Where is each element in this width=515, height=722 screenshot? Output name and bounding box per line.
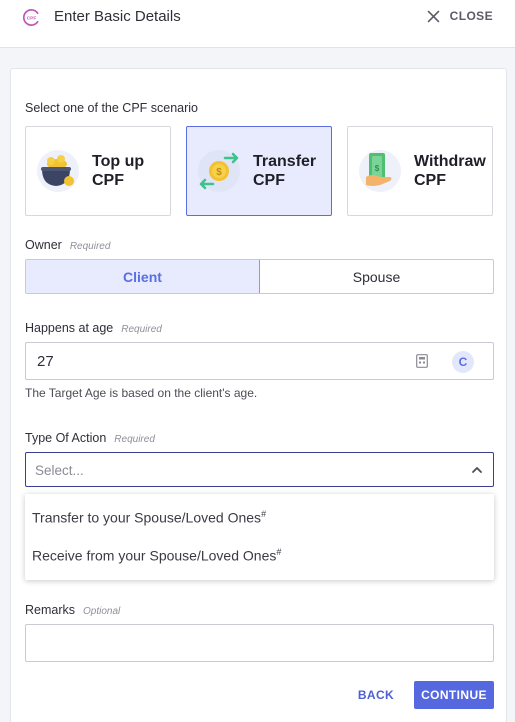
calculator-icon[interactable] [416,354,428,368]
scenario-transfer[interactable]: $ Transfer CPF [186,126,332,216]
owner-spouse-option[interactable]: Spouse [260,260,493,293]
close-button[interactable]: CLOSE [427,9,493,23]
age-helper-text: The Target Age is based on the client's … [25,386,258,400]
details-form: Select one of the CPF scenario Top up CPF… [10,68,507,722]
action-select[interactable]: Select... [25,452,494,487]
chevron-up-icon [472,467,482,473]
top-bar: CPF Enter Basic Details CLOSE [0,0,515,48]
action-placeholder: Select... [35,463,84,478]
scenario-text: Transfer CPF [253,153,317,189]
logo-text: CPF [27,15,37,21]
age-value: 27 [37,353,54,370]
age-label: Happens at age Required [25,321,162,335]
remarks-label: Remarks Optional [25,603,121,617]
client-age-badge[interactable]: C [452,351,474,373]
scenario-top-up[interactable]: Top up CPF [25,126,171,216]
svg-text:$: $ [216,167,222,178]
scenario-text: Withdraw CPF [414,153,486,189]
action-option-transfer[interactable]: Transfer to your Spouse/Loved Ones# [32,509,266,526]
cpf-logo-icon: CPF [23,9,39,26]
owner-client-option[interactable]: Client [26,260,260,293]
cash-in-hand-icon: $ [359,150,401,192]
continue-button[interactable]: CONTINUE [414,681,494,709]
back-button[interactable]: BACK [348,681,404,709]
svg-text:$: $ [375,164,380,173]
scenario-withdraw[interactable]: $ Withdraw CPF [347,126,493,216]
scenario-label: Select one of the CPF scenario [25,101,199,115]
age-input[interactable]: 27 C [25,342,494,380]
close-icon [427,10,440,22]
scenario-text: Top up CPF [92,153,145,189]
coin-transfer-icon: $ [198,150,240,192]
action-label: Type Of Action Required [25,431,155,445]
pot-of-gold-icon [37,150,79,192]
action-dropdown-menu: Transfer to your Spouse/Loved Ones# Rece… [25,494,494,580]
page-title: Enter Basic Details [54,8,181,25]
action-option-receive[interactable]: Receive from your Spouse/Loved Ones# [32,547,281,564]
close-label: CLOSE [449,9,493,23]
remarks-input[interactable] [25,624,494,662]
owner-toggle: Client Spouse [25,259,494,294]
owner-label: Owner Required [25,238,111,252]
